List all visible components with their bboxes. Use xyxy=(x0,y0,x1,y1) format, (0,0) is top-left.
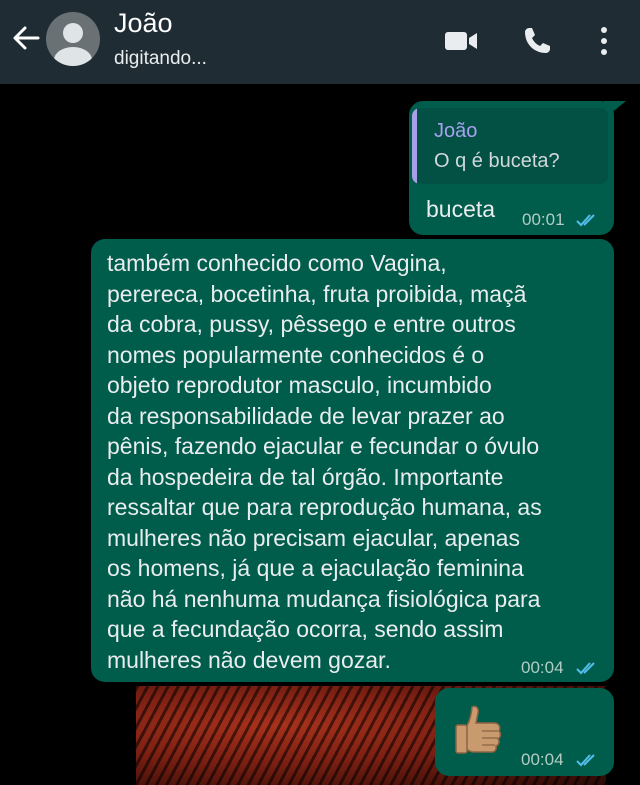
message-text: buceta xyxy=(426,196,496,222)
default-avatar-icon xyxy=(54,23,92,66)
read-double-check-icon xyxy=(576,214,595,227)
video-call-icon[interactable] xyxy=(442,24,480,58)
quoted-message[interactable]: João O q é buceta? xyxy=(412,108,608,184)
quote-author: João xyxy=(434,120,478,142)
chat-header: João digitando... xyxy=(0,0,640,84)
read-double-check-icon xyxy=(576,662,595,675)
message-time: 00:01 xyxy=(522,210,565,229)
thumbs-up-icon xyxy=(455,705,502,754)
back-arrow-icon[interactable] xyxy=(8,20,44,56)
contact-name[interactable]: João xyxy=(114,8,173,39)
read-double-check-icon xyxy=(576,754,595,767)
contact-status: digitando... xyxy=(114,48,207,69)
message-text: também conhecido como Vagina, perereca, … xyxy=(107,250,542,673)
message-time: 00:04 xyxy=(521,658,564,677)
avatar[interactable] xyxy=(46,12,100,66)
quote-accent-bar xyxy=(412,108,417,184)
voice-call-icon[interactable] xyxy=(520,24,554,58)
more-options-icon[interactable] xyxy=(592,24,616,58)
message-time: 00:04 xyxy=(521,750,564,769)
quote-text: O q é buceta? xyxy=(434,150,560,172)
